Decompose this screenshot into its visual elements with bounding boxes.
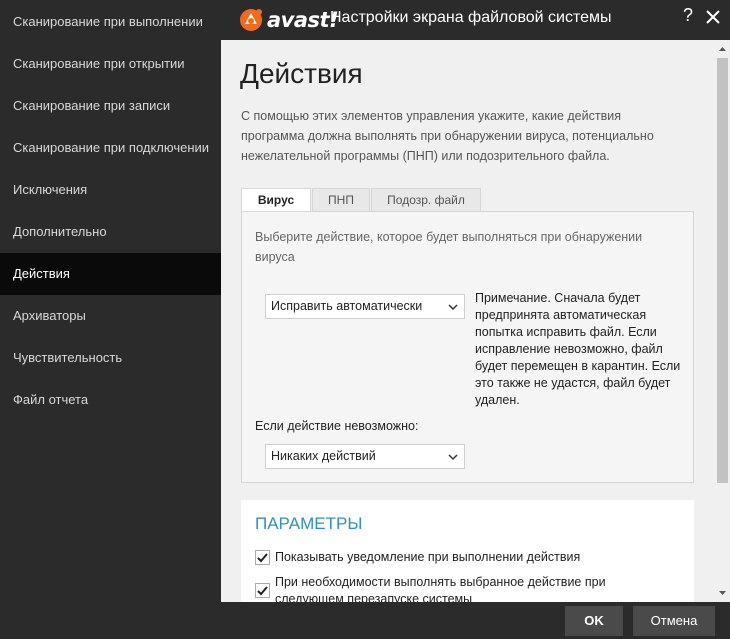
close-button[interactable] xyxy=(701,5,725,29)
sidebar-item-scan-on-open[interactable]: Сканирование при открытии xyxy=(0,43,221,85)
fallback-select[interactable]: Никаких действий xyxy=(265,444,465,469)
sidebar-item-archivers[interactable]: Архиваторы xyxy=(0,295,221,337)
parameters-title: ПАРАМЕТРЫ xyxy=(255,514,363,533)
page-title: Действия xyxy=(240,58,363,89)
logo-text: avast! xyxy=(267,8,339,32)
fallback-label: Если действие невозможно: xyxy=(255,419,419,433)
action-select-value: Исправить автоматически xyxy=(271,299,423,313)
scroll-thumb[interactable] xyxy=(717,58,728,483)
chevron-down-icon xyxy=(448,304,458,311)
sidebar-item-scan-on-execute[interactable]: Сканирование при выполнении xyxy=(0,1,221,43)
vertical-scrollbar[interactable] xyxy=(715,40,730,602)
sidebar-item-scan-on-mount[interactable]: Сканирование при подключении xyxy=(0,127,221,169)
avast-logo: avast! xyxy=(238,6,339,34)
tab-virus[interactable]: Вирус xyxy=(241,188,311,213)
tab-suspicious-file[interactable]: Подозр. файл xyxy=(371,188,481,212)
footer-bar: OK Отмена xyxy=(221,602,730,639)
sidebar-item-scan-on-write[interactable]: Сканирование при записи xyxy=(0,85,221,127)
sidebar-item-sensitivity[interactable]: Чувствительность xyxy=(0,337,221,379)
sidebar-item-report-file[interactable]: Файл отчета xyxy=(0,379,221,421)
tab-pup[interactable]: ПНП xyxy=(312,188,370,212)
page-description: С помощью этих элементов управления укаж… xyxy=(241,109,654,163)
title-bar: avast! Настройки экрана файловой системы… xyxy=(221,0,730,40)
reboot-label: При необходимости выполнять выбранное де… xyxy=(275,575,606,602)
cancel-button[interactable]: Отмена xyxy=(633,606,715,636)
sidebar-item-advanced[interactable]: Дополнительно xyxy=(0,211,221,253)
sidebar-item-exclusions[interactable]: Исключения xyxy=(0,169,221,211)
ok-button[interactable]: OK xyxy=(565,606,623,636)
help-button[interactable]: ? xyxy=(678,5,698,29)
action-select[interactable]: Исправить автоматически xyxy=(265,294,465,319)
content-area: Действия С помощью этих элементов управл… xyxy=(221,40,715,602)
action-prompt: Выберите действие, которое будет выполня… xyxy=(255,230,643,264)
avast-logo-icon xyxy=(240,9,262,31)
close-icon xyxy=(706,10,720,24)
window-title: Настройки экрана файловой системы xyxy=(330,9,612,26)
checkmark-icon xyxy=(257,553,268,563)
action-panel: Выберите действие, которое будет выполня… xyxy=(241,211,694,483)
notify-label: Показывать уведомление при выполнении де… xyxy=(275,550,581,564)
chevron-down-icon xyxy=(448,454,458,461)
parameters-section: ПАРАМЕТРЫ Показывать уведомление при вып… xyxy=(241,500,694,602)
fallback-select-value: Никаких действий xyxy=(271,449,376,463)
reboot-checkbox[interactable] xyxy=(255,583,270,598)
scroll-down-icon[interactable] xyxy=(715,586,730,600)
action-note: Примечание. Сначала будет предпринята ав… xyxy=(475,291,681,407)
sidebar: Сканирование при выполнении Сканирование… xyxy=(0,0,221,639)
sidebar-item-actions[interactable]: Действия xyxy=(0,253,221,295)
checkmark-icon xyxy=(257,586,268,596)
notify-checkbox[interactable] xyxy=(255,550,270,565)
scroll-up-icon[interactable] xyxy=(715,42,730,56)
